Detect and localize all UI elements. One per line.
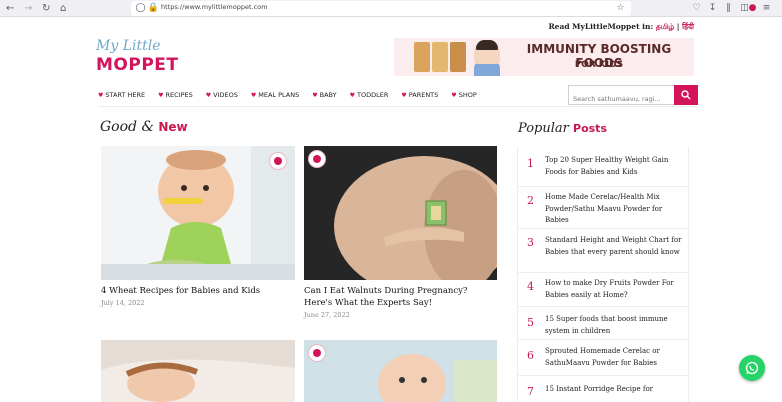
menu-icon[interactable]: ≡ xyxy=(760,2,773,15)
card-image-wheat-recipes[interactable] xyxy=(101,146,295,280)
language-separator: | xyxy=(676,22,680,31)
site-logo[interactable]: My Little MOPPET xyxy=(96,38,178,78)
category-badge-icon xyxy=(308,150,326,168)
list-item[interactable]: 4 How to make Dry Fruits Powder For Babi… xyxy=(518,273,688,307)
nav-item-parents[interactable]: ♥ PARENTS xyxy=(401,86,438,104)
card-title[interactable]: Can I Eat Walnuts During Pregnancy? Here… xyxy=(304,285,497,309)
section-heading-good-new: Good & New xyxy=(100,119,188,135)
list-item[interactable]: 5 15 Super foods that boost immune syste… xyxy=(518,307,688,340)
card-date: July 14, 2022 xyxy=(101,299,145,307)
list-item[interactable]: 6 Sprouted Homemade Cerelac or SathuMaav… xyxy=(518,340,688,376)
list-item-number: 1 xyxy=(527,157,534,170)
card-title[interactable]: 4 Wheat Recipes for Babies and Kids xyxy=(101,285,295,297)
main-navigation: ♥ START HERE ♥ RECIPES ♥ VIDEOS ♥ MEAL PLANS… xyxy=(98,86,490,104)
heart-icon: ♥ xyxy=(158,92,164,99)
product-packs-image xyxy=(414,42,470,72)
bookmark-star-icon[interactable]: ☆ xyxy=(614,2,627,15)
list-item[interactable]: 3 Standard Height and Weight Chart for B… xyxy=(518,229,688,273)
nav-item-baby[interactable]: ♥ BABY xyxy=(312,86,336,104)
heart-icon: ♥ xyxy=(451,92,457,99)
nav-item-toddler[interactable]: ♥ TODDLER xyxy=(350,86,389,104)
list-item-title[interactable]: Standard Height and Weight Chart for Bab… xyxy=(545,235,685,258)
list-item-number: 7 xyxy=(527,385,534,398)
banner-subline: FOR KIDS xyxy=(574,60,624,70)
search-button[interactable] xyxy=(674,85,698,105)
section-heading-popular-posts: Popular Posts xyxy=(518,121,607,136)
nav-item-recipes[interactable]: ♥ RECIPES xyxy=(158,86,193,104)
language-link-tamil[interactable]: தமிழ் xyxy=(656,22,674,31)
forward-icon[interactable]: → xyxy=(24,2,32,15)
list-item-title[interactable]: 15 Instant Porridge Recipe for xyxy=(545,384,685,396)
language-prefix: Read MyLittleMoppet in: xyxy=(548,22,654,31)
list-item-number: 3 xyxy=(527,236,534,249)
search-input[interactable] xyxy=(569,90,674,108)
pregnancy-image xyxy=(304,146,497,280)
list-item-number: 2 xyxy=(527,194,534,207)
download-icon[interactable]: ↧ xyxy=(706,2,719,15)
card-date: June 27, 2022 xyxy=(304,311,350,319)
shield-icon[interactable]: ◯ xyxy=(134,2,147,15)
promo-banner[interactable]: IMMUNITY BOOSTING FOODS FOR KIDS xyxy=(394,38,694,76)
home-icon[interactable]: ⌂ xyxy=(60,2,66,15)
heart-icon: ♥ xyxy=(312,92,318,99)
list-item-number: 5 xyxy=(527,316,534,329)
logo-line-1: My Little xyxy=(96,38,161,54)
child-image xyxy=(474,62,500,76)
logo-line-2: MOPPET xyxy=(96,55,179,75)
list-item[interactable]: 7 15 Instant Porridge Recipe for xyxy=(518,376,688,402)
popular-posts-list: 1 Top 20 Super Healthy Weight Gain Foods… xyxy=(517,147,689,402)
baby-eating-image xyxy=(101,146,295,280)
heart-icon: ♥ xyxy=(349,92,356,99)
url-text[interactable]: https://www.mylittlemoppet.com xyxy=(161,3,267,11)
lock-icon[interactable]: 🔒 xyxy=(147,2,160,15)
list-item[interactable]: 2 Home Made Cerelac/Health Mix Powder/Sa… xyxy=(518,187,688,229)
list-item-number: 4 xyxy=(527,280,534,293)
card-image-walnuts-pregnancy[interactable] xyxy=(304,146,497,280)
list-item-title[interactable]: Top 20 Super Healthy Weight Gain Foods f… xyxy=(545,155,685,178)
category-badge-icon xyxy=(308,344,326,362)
sleeping-child-image xyxy=(101,340,295,402)
list-item-title[interactable]: Sprouted Homemade Cerelac or SathuMaavu … xyxy=(545,346,685,369)
list-item-title[interactable]: How to make Dry Fruits Powder For Babies… xyxy=(545,278,685,301)
list-item-title[interactable]: Home Made Cerelac/Health Mix Powder/Sath… xyxy=(545,192,685,227)
nav-item-meal-plans[interactable]: ♥ MEAL PLANS xyxy=(251,86,299,104)
language-link-hindi[interactable]: हिंदी xyxy=(682,22,694,31)
search-box xyxy=(568,85,674,108)
library-icon[interactable]: ‖ xyxy=(722,2,735,15)
heart-icon: ♥ xyxy=(205,92,212,99)
search-icon xyxy=(681,90,691,100)
whatsapp-button[interactable] xyxy=(739,355,765,381)
nav-item-videos[interactable]: ♥ VIDEOS xyxy=(206,86,238,104)
whatsapp-icon xyxy=(745,361,759,375)
list-item-title[interactable]: 15 Super foods that boost immune system … xyxy=(545,314,685,337)
nav-item-shop[interactable]: ♥ SHOP xyxy=(451,86,476,104)
language-switcher: Read MyLittleMoppet in: தமிழ் | हिंदी xyxy=(548,22,694,32)
reload-icon[interactable]: ↻ xyxy=(42,2,50,15)
back-icon[interactable]: ← xyxy=(6,2,14,15)
heart-icon: ♥ xyxy=(401,92,407,99)
list-item-number: 6 xyxy=(527,349,534,362)
category-badge-icon xyxy=(269,152,287,170)
pocket-icon[interactable]: ♡ xyxy=(690,2,703,15)
baby-image xyxy=(304,340,497,402)
heart-icon: ♥ xyxy=(250,92,257,99)
heart-icon: ♥ xyxy=(98,92,104,99)
card-image-baby-eating[interactable] xyxy=(304,340,497,402)
browser-toolbar: ← → ↻ ⌂ ◯ 🔒 https://www.mylittlemoppet.c… xyxy=(0,0,782,17)
card-image-sleeping-child[interactable] xyxy=(101,340,295,402)
extension-icon[interactable]: ● xyxy=(746,2,759,15)
list-item[interactable]: 1 Top 20 Super Healthy Weight Gain Foods… xyxy=(518,147,688,187)
nav-item-start-here[interactable]: ♥ START HERE xyxy=(98,86,145,104)
